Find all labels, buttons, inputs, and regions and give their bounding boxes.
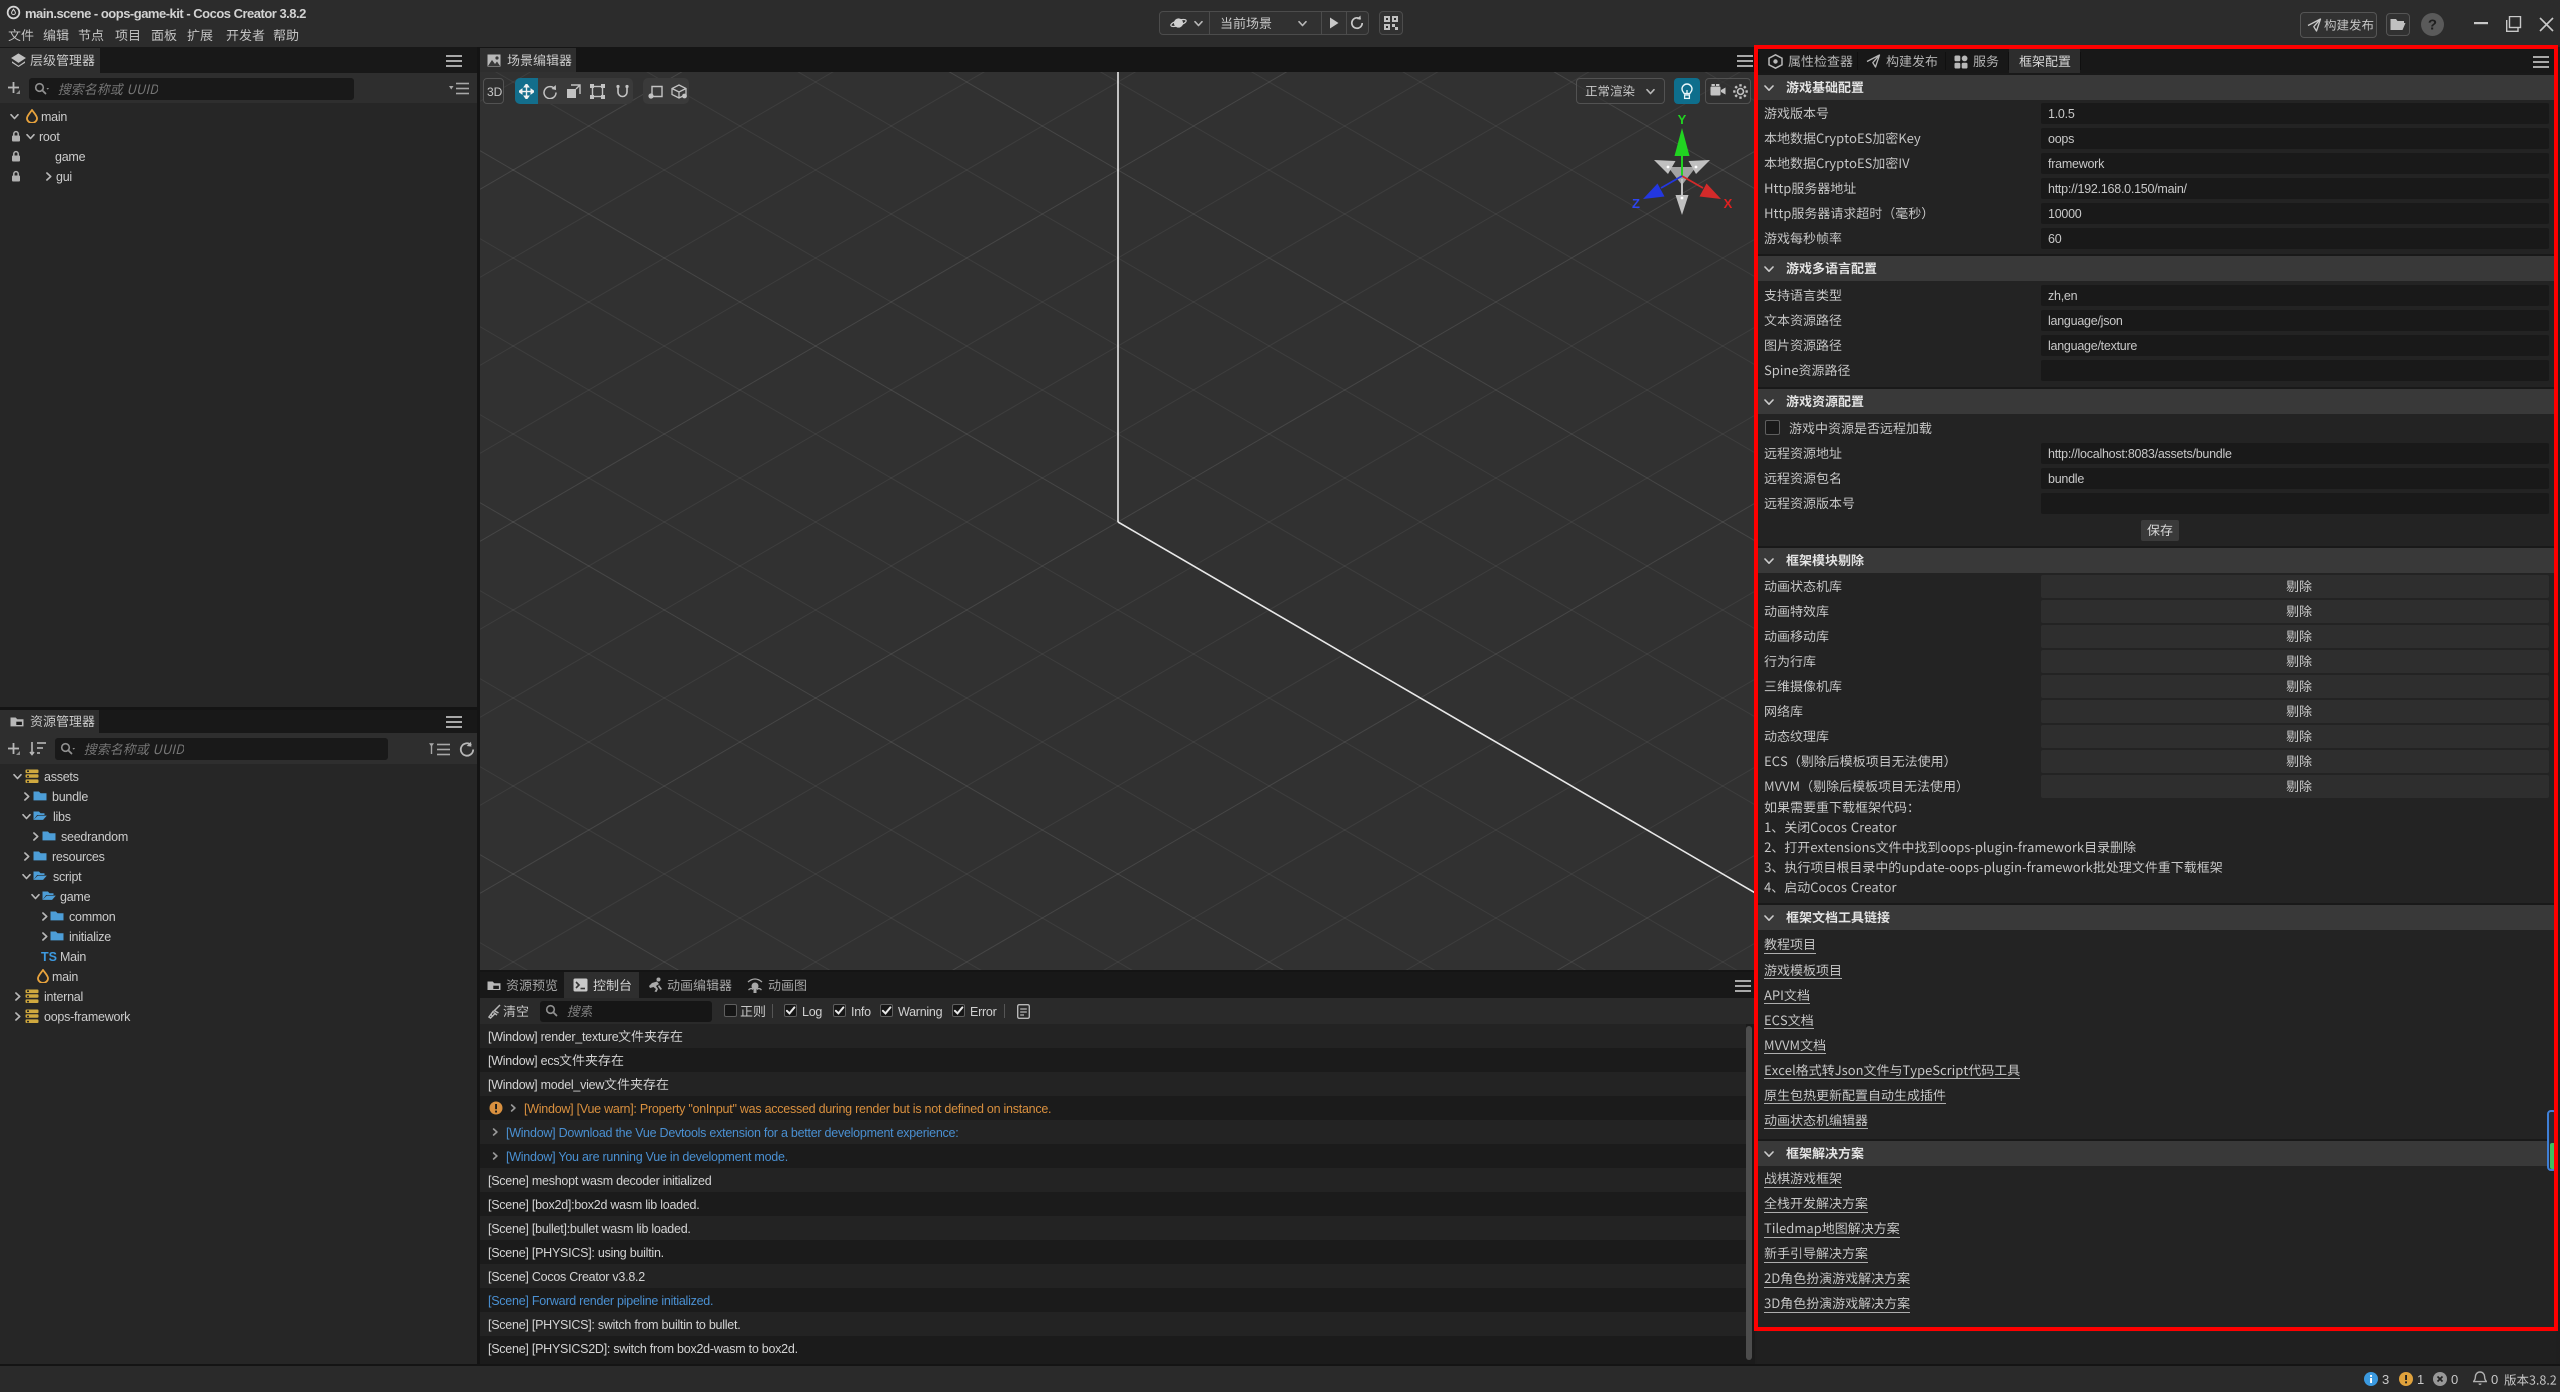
svg-text:X: X (1724, 196, 1733, 211)
svg-text:Y: Y (1678, 112, 1687, 127)
svg-text:?: ? (2428, 17, 2437, 34)
svg-text:Z: Z (1632, 196, 1640, 211)
